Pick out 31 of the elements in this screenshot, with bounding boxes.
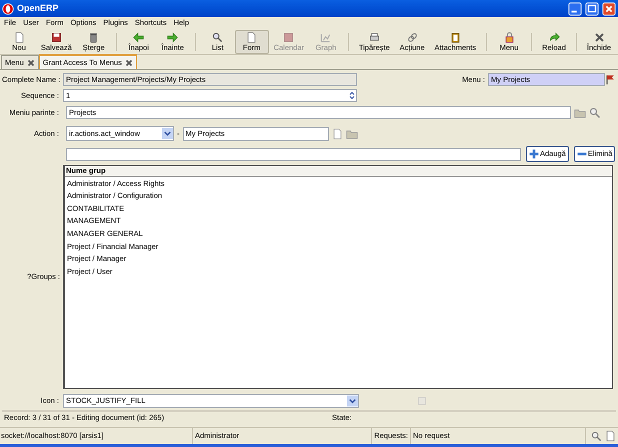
printer-icon xyxy=(368,32,380,43)
flag-icon[interactable] xyxy=(605,74,616,85)
trash-can-icon xyxy=(88,32,100,43)
square-icon xyxy=(418,397,426,405)
input-field[interactable] xyxy=(66,148,521,160)
document-icon xyxy=(14,32,24,43)
right-arrow-icon xyxy=(167,32,178,43)
search-icon[interactable] xyxy=(591,430,602,442)
chevron-down-icon[interactable] xyxy=(162,127,173,140)
document-icon[interactable] xyxy=(605,430,616,442)
close-icon[interactable] xyxy=(124,58,133,66)
padlock-icon xyxy=(504,32,514,43)
maximize-icon[interactable] xyxy=(585,2,599,16)
close-icon xyxy=(594,32,605,43)
clipboard-icon xyxy=(450,32,461,43)
chain-link-icon xyxy=(406,32,418,43)
search-icon[interactable] xyxy=(589,106,601,118)
left-arrow-icon xyxy=(133,32,144,43)
search-icon xyxy=(212,32,224,43)
calendar-icon xyxy=(283,32,294,43)
window-title: OpenERP xyxy=(17,2,60,15)
document-icon[interactable] xyxy=(332,128,342,140)
chevron-down-icon[interactable] xyxy=(347,395,358,407)
minimize-icon[interactable] xyxy=(568,2,582,16)
close-icon[interactable] xyxy=(26,58,35,66)
reload-arrow-icon xyxy=(548,32,560,43)
chart-icon xyxy=(320,32,332,43)
logo-icon xyxy=(2,2,14,14)
spinner-icon[interactable] xyxy=(348,90,356,101)
plus-icon xyxy=(529,149,539,159)
document-icon xyxy=(246,32,258,43)
